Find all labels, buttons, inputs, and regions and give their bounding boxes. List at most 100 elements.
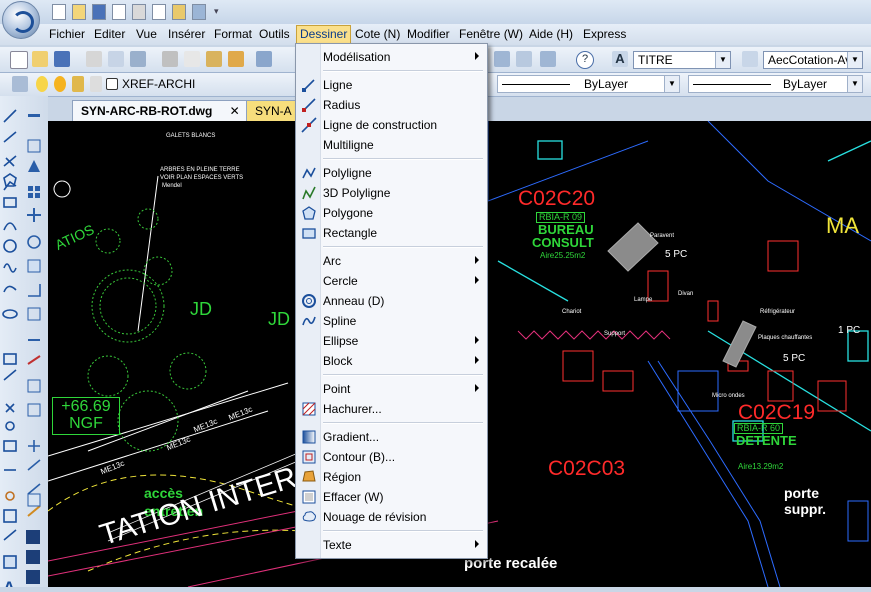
linetype-select[interactable]: ByLayer ▼ [497, 75, 680, 93]
open-folder-icon[interactable] [72, 4, 86, 20]
tool-icon-1[interactable] [494, 51, 510, 67]
text-style-icon[interactable]: A [612, 51, 628, 67]
save-icon[interactable] [92, 4, 106, 20]
menu-item-spline[interactable]: Spline [296, 311, 487, 331]
menu-separator [323, 530, 483, 532]
menu-fenetre[interactable]: Fenêtre (W) [456, 26, 526, 43]
menu-outils[interactable]: Outils [256, 26, 293, 43]
menu-format[interactable]: Format [211, 26, 255, 43]
tool-icon-3[interactable] [540, 51, 556, 67]
layer-name[interactable]: XREF-ARCHI [122, 77, 195, 91]
menu-item-region[interactable]: Région [296, 467, 487, 487]
menu-modifier[interactable]: Modifier [404, 26, 453, 43]
publish-icon[interactable] [130, 51, 146, 67]
menu-item-hachurer[interactable]: Hachurer... [296, 399, 487, 419]
save-icon[interactable] [54, 51, 70, 67]
copy-icon[interactable] [184, 51, 200, 67]
application-menu-button[interactable] [2, 1, 40, 39]
rotate-tool-icon[interactable] [26, 234, 42, 250]
customize-qa-icon[interactable]: ▾ [214, 6, 219, 17]
publish-icon[interactable] [172, 4, 186, 20]
label-lampe: Lampe [634, 297, 653, 303]
menu-item-ellipse[interactable]: Ellipse [296, 331, 487, 351]
menu-editer[interactable]: Editer [91, 26, 128, 43]
lightbulb-icon[interactable] [36, 76, 48, 92]
ray-tool-icon[interactable] [2, 130, 18, 146]
move-tool-icon[interactable] [26, 208, 42, 224]
menu-cote[interactable]: Cote (N) [352, 26, 403, 43]
tool-icon-2[interactable] [516, 51, 532, 67]
new-file-icon[interactable] [52, 4, 66, 20]
menu-item-arc[interactable]: Arc [296, 251, 487, 271]
menu-separator [323, 422, 483, 424]
menu-item-contour-b[interactable]: Contour (B)... [296, 447, 487, 467]
text-style-select[interactable]: TITRE ▼ [633, 51, 731, 69]
sun-icon[interactable] [54, 76, 66, 92]
open-icon[interactable] [32, 51, 48, 67]
label-1pc: 1 PC [838, 325, 861, 336]
menu-item-ligne[interactable]: Ligne [296, 75, 487, 95]
menu-item-texte[interactable]: Texte [296, 535, 487, 555]
menu-item-rectangle[interactable]: Rectangle [296, 223, 487, 243]
paste-icon[interactable] [206, 51, 222, 67]
dim-style-icon[interactable] [742, 51, 758, 67]
lock-icon[interactable] [72, 76, 84, 92]
menu-item-label: Hachurer... [323, 402, 382, 416]
menu-dessiner[interactable]: Dessiner [296, 25, 352, 44]
menu-item-point[interactable]: Point [296, 379, 487, 399]
lineweight-select[interactable]: ByLayer ▼ [688, 75, 863, 93]
tab-label: SYN-A [255, 104, 292, 118]
print-icon[interactable] [132, 4, 146, 20]
circle-tool-icon[interactable] [2, 238, 18, 254]
menu-item-block[interactable]: Block [296, 351, 487, 371]
dim-style-select[interactable]: AecCotation-Av ▼ [763, 51, 863, 69]
menu-item-effacer-w[interactable]: Effacer (W) [296, 487, 487, 507]
cut-icon[interactable] [162, 51, 178, 67]
chevron-down-icon: ▼ [847, 76, 862, 92]
menu-aide[interactable]: Aide (H) [526, 26, 576, 43]
menu-item-multiligne[interactable]: Multiligne [296, 135, 487, 155]
line-tool-icon[interactable] [2, 106, 18, 122]
menu-express[interactable]: Express [580, 26, 629, 43]
rectangle-tool-icon[interactable] [2, 196, 18, 212]
text-tool-icon[interactable] [2, 576, 18, 592]
label-arbres-2: VOIR PLAN ESPACES VERTS [160, 175, 244, 181]
undo-icon[interactable] [256, 51, 272, 67]
layer-manager-icon[interactable] [12, 76, 28, 92]
ray-icon [301, 97, 317, 113]
menu-item-gradient[interactable]: Gradient... [296, 427, 487, 447]
print-preview-icon[interactable] [108, 51, 124, 67]
menu-item-3d-polyligne[interactable]: 3D Polyligne [296, 183, 487, 203]
boundary-icon [301, 449, 317, 465]
gradient-icon [301, 429, 317, 445]
menu-inserer[interactable]: Insérer [165, 26, 208, 43]
menu-item-polyligne[interactable]: Polyligne [296, 163, 487, 183]
new-icon[interactable] [10, 51, 28, 69]
tab-syn-arc-rb-rot[interactable]: SYN-ARC-RB-ROT.dwg ✕ [72, 100, 249, 121]
print-icon[interactable] [86, 51, 102, 67]
menu-item-anneau-d[interactable]: Anneau (D) [296, 291, 487, 311]
plot-icon[interactable] [192, 4, 206, 20]
preview-icon[interactable] [152, 4, 166, 20]
menu-item-nouage-de-revision[interactable]: Nouage de révision [296, 507, 487, 527]
menu-vue[interactable]: Vue [133, 26, 160, 43]
menu-item-label: Région [323, 470, 362, 484]
layer-plot-icon[interactable] [90, 76, 102, 92]
menu-item-label: Polyligne [323, 166, 372, 180]
submenu-arrow-icon [475, 256, 479, 264]
menu-item-polygone[interactable]: Polygone [296, 203, 487, 223]
room-area-1: Aire25.25m2 [540, 251, 586, 260]
save-as-icon[interactable] [112, 4, 126, 20]
menu-item-label: Block [323, 354, 353, 368]
match-properties-icon[interactable] [228, 51, 244, 67]
menu-item-radius[interactable]: Radius [296, 95, 487, 115]
help-icon[interactable]: ? [576, 51, 594, 69]
menu-item-ligne-de-construction[interactable]: Ligne de construction [296, 115, 487, 135]
erase-tool-icon[interactable] [26, 106, 42, 122]
menu-fichier[interactable]: Fichier [46, 26, 88, 43]
menu-item-modelisation[interactable]: Modélisation [296, 47, 487, 67]
polygon-tool-icon[interactable] [2, 174, 18, 190]
close-icon[interactable]: ✕ [230, 104, 240, 118]
menu-item-cercle[interactable]: Cercle [296, 271, 487, 291]
label-5pc-2: 5 PC [783, 353, 806, 364]
